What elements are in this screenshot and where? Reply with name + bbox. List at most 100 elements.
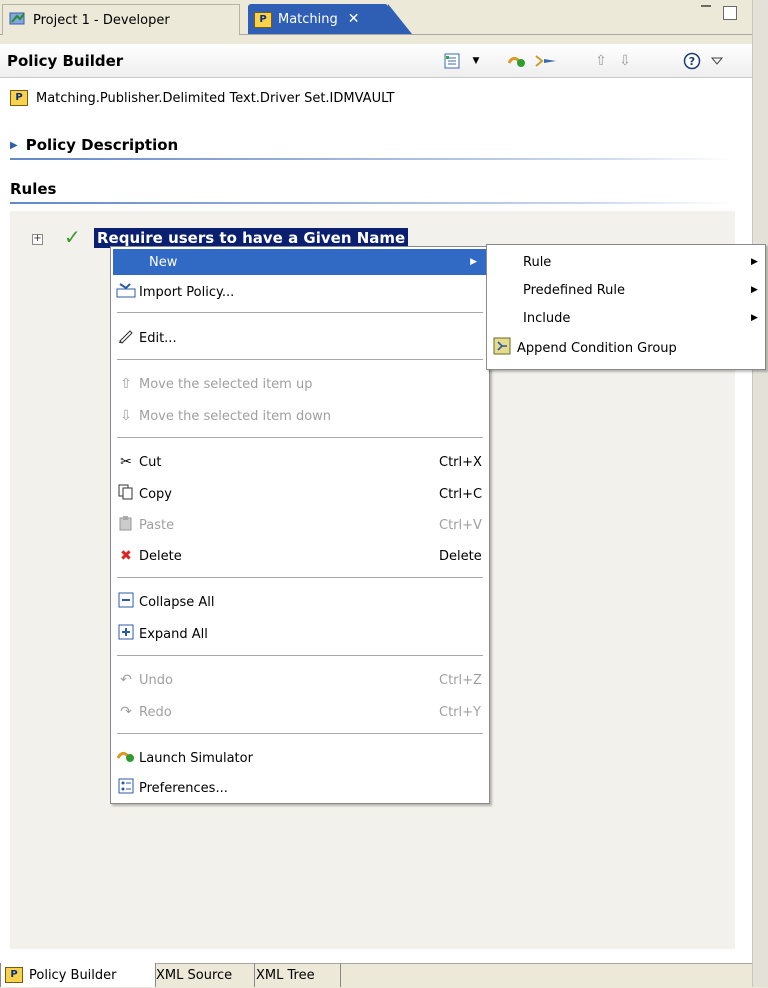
close-icon[interactable]: ✕ xyxy=(348,11,360,27)
tab-project-developer[interactable]: Project 1 - Developer xyxy=(2,4,240,35)
policy-sheet-icon[interactable] xyxy=(442,52,462,70)
redo-icon: ↷ xyxy=(120,704,132,720)
tree-expand-icon[interactable]: + xyxy=(32,234,43,245)
import-icon xyxy=(113,282,139,302)
menu-item-label: Paste xyxy=(139,517,175,533)
menu-item-label: Import Policy... xyxy=(139,284,235,300)
svg-text:?: ? xyxy=(689,55,695,68)
tab-matching[interactable]: P Matching ✕ xyxy=(248,4,412,34)
menu-shortcut: Ctrl+Z xyxy=(439,672,482,688)
trace-icon[interactable] xyxy=(534,52,558,70)
menu-shortcut: Ctrl+V xyxy=(439,517,482,533)
page-title: Policy Builder xyxy=(7,52,124,70)
menu-item-label: Move the selected item down xyxy=(139,408,332,424)
menu-separator xyxy=(117,312,483,313)
undo-icon: ↶ xyxy=(120,672,132,688)
submenu-item-rule[interactable]: Rule ▶ xyxy=(487,249,765,275)
menu-item-launch-simulator[interactable]: Launch Simulator xyxy=(113,745,487,771)
policy-icon: P xyxy=(5,967,23,983)
tab-project-label: Project 1 - Developer xyxy=(33,12,170,28)
menu-separator xyxy=(117,577,483,578)
menu-item-cut[interactable]: ✂ Cut Ctrl+X xyxy=(113,449,487,475)
menu-separator xyxy=(117,437,483,438)
menu-shortcut: Ctrl+C xyxy=(439,486,483,502)
submenu-item-label: Append Condition Group xyxy=(517,340,677,356)
expand-triangle-icon: ▶ xyxy=(10,139,18,151)
move-up-icon[interactable]: ⇧ xyxy=(592,52,610,70)
submenu-item-include[interactable]: Include ▶ xyxy=(487,305,765,331)
tab-matching-label: Matching xyxy=(278,11,338,27)
rules-heading: Rules xyxy=(10,180,57,198)
section-divider xyxy=(10,202,732,204)
arrow-down-icon: ⇩ xyxy=(120,408,132,424)
menu-item-delete[interactable]: ✖ Delete Delete xyxy=(113,543,487,569)
dropdown-icon[interactable]: ▼ xyxy=(471,52,481,70)
menu-item-label: Redo xyxy=(139,704,172,720)
submenu-item-predefined-rule[interactable]: Predefined Rule ▶ xyxy=(487,277,765,303)
menu-item-label: Edit... xyxy=(139,330,177,346)
new-submenu: Rule ▶ Predefined Rule ▶ Include ▶ Appen… xyxy=(486,244,766,370)
section-divider xyxy=(10,158,732,160)
help-icon[interactable]: ? xyxy=(682,52,702,70)
condition-group-icon xyxy=(487,337,517,359)
minimize-icon[interactable] xyxy=(700,2,712,16)
menu-item-expand-all[interactable]: Expand All xyxy=(113,621,487,647)
submenu-arrow-icon: ▶ xyxy=(470,257,477,267)
policy-description-label: Policy Description xyxy=(25,136,179,154)
menu-item-label: Move the selected item up xyxy=(139,376,313,392)
rule-enabled-check-icon: ✓ xyxy=(64,225,81,249)
menu-item-redo[interactable]: ↷ Redo Ctrl+Y xyxy=(113,699,487,725)
menu-item-label: Cut xyxy=(139,454,162,470)
tab-label: XML Source xyxy=(156,967,233,983)
menu-shortcut: Ctrl+Y xyxy=(439,704,481,720)
preferences-icon xyxy=(113,778,139,798)
arrow-up-icon: ⇧ xyxy=(120,376,132,392)
policy-path: P Matching.Publisher.Delimited Text.Driv… xyxy=(10,90,394,106)
menu-separator xyxy=(117,655,483,656)
menu-separator xyxy=(117,733,483,734)
menu-item-paste[interactable]: Paste Ctrl+V xyxy=(113,512,487,538)
delete-icon: ✖ xyxy=(120,548,132,564)
pencil-icon xyxy=(113,328,139,348)
menu-item-move-up[interactable]: ⇧ Move the selected item up xyxy=(113,371,487,397)
tab-label: Policy Builder xyxy=(29,967,117,983)
submenu-item-append-condition-group[interactable]: Append Condition Group xyxy=(487,335,765,361)
menu-item-label: Copy xyxy=(139,486,172,502)
maximize-icon[interactable] xyxy=(723,6,737,20)
collapse-all-icon xyxy=(113,592,139,612)
menu-item-label: Collapse All xyxy=(139,594,215,610)
menu-item-label: Undo xyxy=(139,672,173,688)
paste-icon xyxy=(113,515,139,535)
menu-item-undo[interactable]: ↶ Undo Ctrl+Z xyxy=(113,667,487,693)
menu-item-move-down[interactable]: ⇩ Move the selected item down xyxy=(113,403,487,429)
submenu-item-label: Rule xyxy=(523,254,552,270)
tab-xml-source[interactable]: XML Source xyxy=(152,963,255,987)
tab-xml-tree[interactable]: XML Tree xyxy=(252,963,341,987)
menu-item-label: Preferences... xyxy=(139,780,228,796)
copy-icon xyxy=(113,484,139,504)
submenu-item-label: Predefined Rule xyxy=(523,282,626,298)
expand-all-icon xyxy=(113,624,139,644)
menu-item-import-policy[interactable]: Import Policy... xyxy=(113,279,487,305)
scissors-icon: ✂ xyxy=(120,454,132,470)
tab-policy-builder[interactable]: P Policy Builder xyxy=(0,963,156,987)
menu-item-new-label: New xyxy=(149,254,178,270)
menu-item-preferences[interactable]: Preferences... xyxy=(113,775,487,801)
menu-item-collapse-all[interactable]: Collapse All xyxy=(113,589,487,615)
simulator-icon[interactable] xyxy=(506,52,528,70)
vertical-scrollbar[interactable] xyxy=(752,0,768,987)
menu-item-copy[interactable]: Copy Ctrl+C xyxy=(113,481,487,507)
policy-description-toggle[interactable]: ▶ Policy Description xyxy=(10,136,178,154)
menu-shortcut: Delete xyxy=(439,548,482,564)
menu-item-label: Launch Simulator xyxy=(139,750,253,766)
view-menu-icon[interactable] xyxy=(710,52,724,70)
menu-item-edit[interactable]: Edit... xyxy=(113,325,487,351)
menu-item-new[interactable]: New ▶ xyxy=(113,249,487,275)
policy-path-text: Matching.Publisher.Delimited Text.Driver… xyxy=(36,90,395,106)
tree-rule-item[interactable]: Require users to have a Given Name xyxy=(94,228,409,248)
policy-icon: P xyxy=(254,11,272,28)
submenu-item-label: Include xyxy=(523,310,571,326)
move-down-icon[interactable]: ⇩ xyxy=(616,52,634,70)
project-icon xyxy=(9,10,27,30)
menu-shortcut: Ctrl+X xyxy=(439,454,482,470)
